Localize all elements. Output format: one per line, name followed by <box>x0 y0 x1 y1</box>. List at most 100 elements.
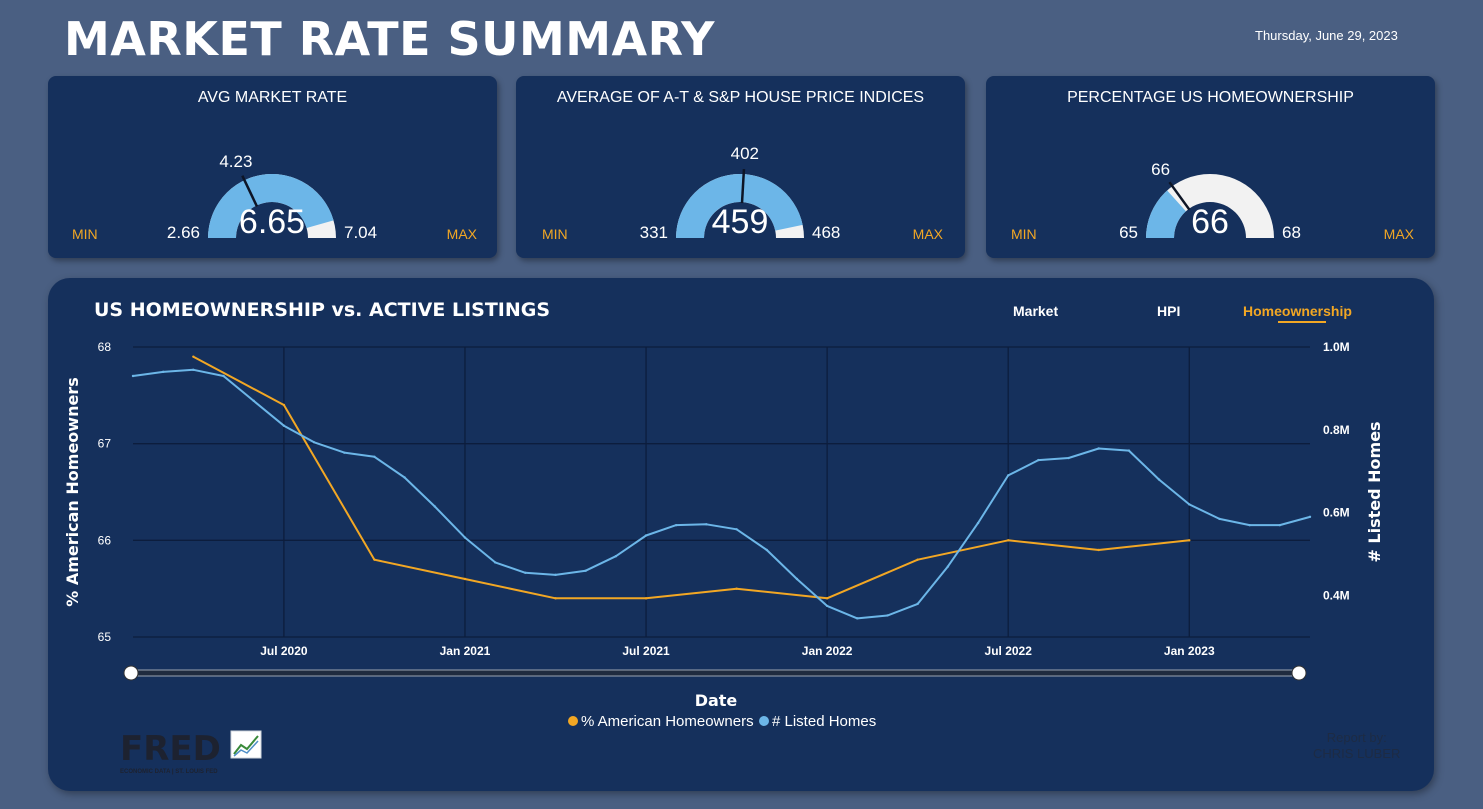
fred-logo-subtext: ECONOMIC DATA | ST. LOUIS FED <box>120 769 218 775</box>
gauge-max-label: MAX <box>446 226 477 242</box>
report-author: CHRIS LUBER <box>1313 746 1401 761</box>
data-point-homeowners <box>192 355 195 358</box>
y-axis-title-right: # Listed Homes <box>1365 421 1384 562</box>
gauge-card-hpi[interactable]: 402 459 331 468 AVERAGE OF A-T & S&P HOUSE … <box>516 76 965 258</box>
data-point-listings <box>856 617 859 620</box>
data-point-homeowners <box>644 597 648 600</box>
gauge-title: PERCENTAGE US HOMEOWNERSHIP <box>1067 89 1354 106</box>
data-point-listings <box>825 604 829 608</box>
gauge-value: 459 <box>712 203 769 241</box>
y-tick-label-right: 1.0M <box>1323 340 1350 354</box>
x-tick-label: Jul 2022 <box>985 644 1033 658</box>
data-point-homeowners <box>825 597 829 600</box>
homeownership-chart-panel: 65 66 67 68 Jul 2020 Jan 2021 Jul 2021 Jan 2022… <box>48 278 1434 791</box>
line-chart: 65 66 67 68 Jul 2020 Jan 2021 Jul 2021 Jan 2022… <box>63 340 1384 730</box>
y-axis-title-left: % American Homeowners <box>63 377 82 606</box>
gauge-max-label: MAX <box>912 226 943 242</box>
gauge-title: AVERAGE OF A-T & S&P HOUSE PRICE INDICES <box>556 89 925 106</box>
gauge-max-label: MAX <box>1383 226 1414 242</box>
x-tick-label: Jan 2023 <box>1164 644 1215 658</box>
report-credit: Report by: CHRIS LUBER <box>1313 730 1400 762</box>
date-range-slider-track[interactable] <box>130 669 1300 677</box>
gauge-min-value: 2.66 <box>167 223 200 242</box>
legend-marker <box>759 716 769 726</box>
data-point-homeowners <box>1188 539 1191 542</box>
data-point-listings <box>1097 447 1100 450</box>
x-tick-label: Jul 2021 <box>622 644 670 658</box>
series-line-listings[interactable] <box>132 368 1311 620</box>
tab-homeownership[interactable]: Homeownership <box>1243 303 1352 319</box>
report-date: Thursday, June 29, 2023 <box>1255 28 1398 43</box>
data-point-homeowners <box>1007 539 1010 542</box>
y-tick-label-right: 0.4M <box>1323 589 1350 603</box>
data-point-homeowners <box>282 403 286 407</box>
chart-title: US HOMEOWNERSHIP vs. ACTIVE LISTINGS <box>94 299 551 321</box>
data-point-homeowners <box>1097 548 1100 552</box>
data-point-listings <box>735 528 738 531</box>
fred-logo-text: FRED <box>120 729 221 769</box>
data-point-listings <box>1067 456 1070 460</box>
gauge-target-value: 4.23 <box>219 152 252 171</box>
gauge-min-label: MIN <box>542 226 568 242</box>
gauge-target-value: 402 <box>731 144 759 163</box>
data-point-listings <box>222 374 225 378</box>
data-point-homeowners <box>373 558 376 561</box>
data-point-listings <box>765 548 768 552</box>
data-point-listings <box>1278 523 1282 527</box>
legend-label[interactable]: % American Homeowners <box>581 713 754 730</box>
x-tick-label: Jul 2020 <box>260 644 308 658</box>
data-point-listings <box>584 569 587 572</box>
data-point-listings <box>252 399 255 403</box>
gauge-max-value: 7.04 <box>344 223 377 242</box>
data-point-homeowners <box>554 597 557 600</box>
y-tick-label-left: 67 <box>98 437 112 451</box>
x-tick-label: Jan 2022 <box>802 644 853 658</box>
tab-market[interactable]: Market <box>1013 303 1058 319</box>
data-point-listings <box>554 573 557 577</box>
gauge-min-value: 65 <box>1119 223 1138 242</box>
tab-hpi[interactable]: HPI <box>1157 303 1180 319</box>
data-point-listings <box>524 571 527 574</box>
data-point-listings <box>433 505 436 508</box>
data-point-homeowners <box>463 577 467 581</box>
y-tick-label-right: 0.8M <box>1323 423 1350 437</box>
data-point-listings <box>886 614 889 617</box>
data-point-listings <box>1218 517 1221 521</box>
data-point-listings <box>131 374 135 378</box>
y-tick-label-left: 65 <box>98 630 112 644</box>
page-title: MARKET RATE SUMMARY <box>64 12 715 66</box>
legend-marker <box>568 716 578 726</box>
data-point-listings <box>343 451 346 454</box>
y-tick-label-left: 68 <box>98 340 112 354</box>
y-tick-label-left: 66 <box>98 533 112 547</box>
data-point-listings <box>282 424 286 427</box>
data-point-listings <box>1037 458 1040 462</box>
y-tick-label-right: 0.6M <box>1323 506 1350 520</box>
data-point-listings <box>1308 515 1312 519</box>
gauge-max-value: 68 <box>1282 223 1301 242</box>
gauge-card-market-rate[interactable]: 4.23 6.65 2.66 7.04 AVG MARKET RATE MIN MAX <box>48 76 497 258</box>
gauge-card-homeownership[interactable]: 66 66 65 68 PERCENTAGE US HOMEOWNERSHIP MIN… <box>986 76 1435 258</box>
data-point-listings <box>675 523 678 527</box>
series-line-homeowners[interactable] <box>192 355 1190 600</box>
data-point-listings <box>403 476 406 479</box>
date-range-slider-handle-start[interactable] <box>123 665 139 681</box>
data-point-listings <box>1157 478 1161 481</box>
data-point-listings <box>644 534 648 537</box>
data-point-homeowners <box>735 587 738 590</box>
data-point-listings <box>463 536 467 539</box>
gauge-target-value: 66 <box>1151 160 1170 179</box>
date-range-slider-handle-end[interactable] <box>1291 665 1307 681</box>
report-by-label: Report by: <box>1326 730 1387 745</box>
x-tick-label: Jan 2021 <box>440 644 491 658</box>
data-point-listings <box>1248 523 1251 527</box>
gauge-max-value: 468 <box>812 223 840 242</box>
data-point-listings <box>946 565 950 568</box>
gauge-min-label: MIN <box>72 226 98 242</box>
data-point-listings <box>373 455 376 458</box>
data-point-listings <box>916 602 919 606</box>
data-point-listings <box>976 521 980 525</box>
gauge-value: 66 <box>1191 203 1229 241</box>
data-point-listings <box>161 370 165 374</box>
legend-label[interactable]: # Listed Homes <box>772 713 876 730</box>
